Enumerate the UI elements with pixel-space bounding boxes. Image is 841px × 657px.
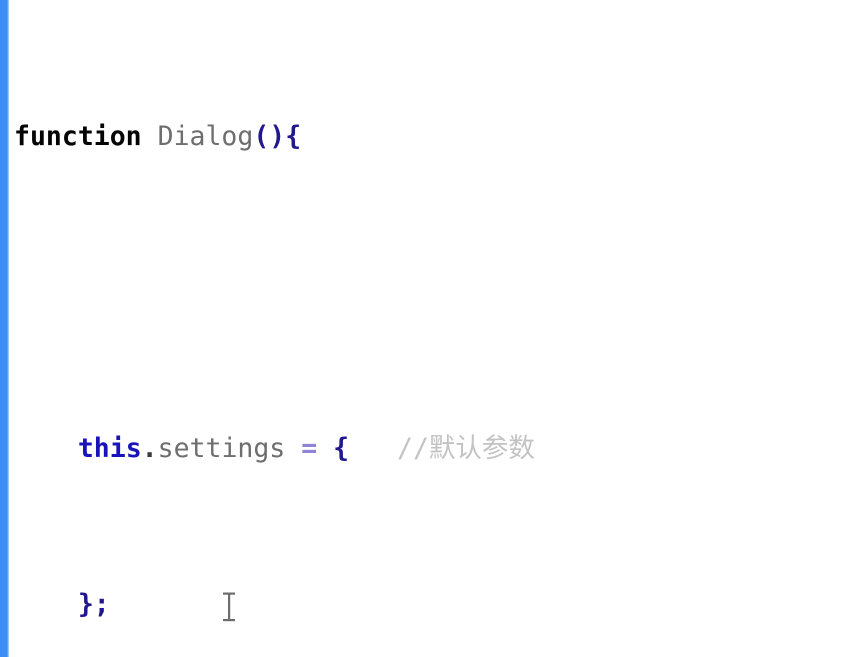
token-parens: () <box>253 121 286 152</box>
token-dialog-name: Dialog <box>157 121 254 152</box>
token-comment: //默认参数 <box>397 433 535 464</box>
token-open-brace: { <box>333 433 350 464</box>
token-assignment-operator: = <box>301 433 318 464</box>
code-block[interactable]: function Dialog(){ this.settings = { //默… <box>14 0 841 657</box>
token-dot: . <box>141 433 158 464</box>
code-line-3: this.settings = { //默认参数 <box>14 429 841 468</box>
code-line-1: function Dialog(){ <box>14 117 841 156</box>
code-line-2-blank <box>14 273 841 312</box>
editor-left-accent-bar <box>0 0 9 657</box>
token-open-brace: { <box>285 121 302 152</box>
token-close-brace-semi: }; <box>77 589 110 620</box>
code-line-4: }; <box>14 585 841 624</box>
token-function-keyword: function <box>14 121 142 152</box>
token-gap <box>349 433 397 464</box>
token-settings-property: settings <box>157 433 286 464</box>
token-this-keyword: this <box>77 433 142 464</box>
code-editor-screenshot: function Dialog(){ this.settings = { //默… <box>0 0 841 657</box>
